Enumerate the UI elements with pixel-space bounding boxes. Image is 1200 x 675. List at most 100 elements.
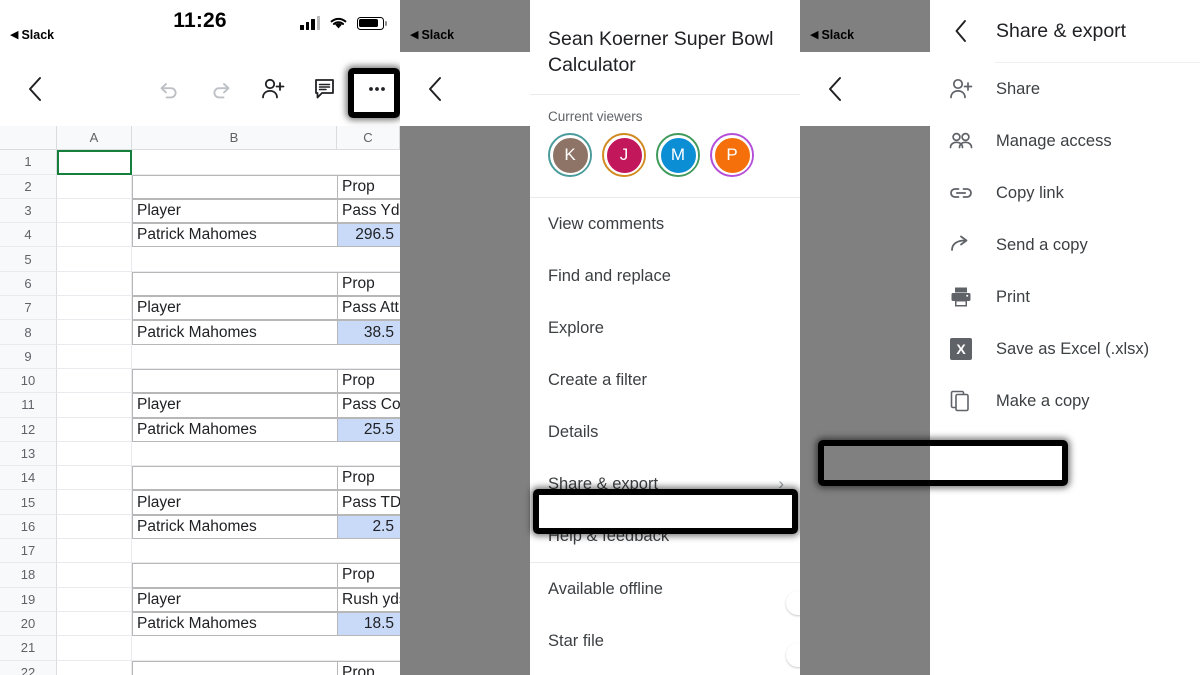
row-header[interactable]: 15	[0, 490, 57, 515]
row-header[interactable]: 8	[0, 320, 57, 345]
cell-b[interactable]: Patrick Mahomes	[132, 611, 337, 637]
share-export-item-print[interactable]: Print	[930, 271, 1200, 323]
cell-c[interactable]: Prop	[337, 368, 400, 394]
back-to-slack-1[interactable]: ◀ Slack	[10, 28, 54, 42]
row-header[interactable]: 14	[0, 466, 57, 491]
grid-row[interactable]: 9	[0, 344, 400, 369]
avatar[interactable]: J	[602, 133, 646, 177]
share-export-item-make-a-copy[interactable]: Make a copy	[930, 375, 1200, 427]
menu-item-available-offline[interactable]: Available offline	[530, 563, 800, 615]
back-to-slack-2[interactable]: ◀ Slack	[410, 28, 454, 42]
back-chevron-icon[interactable]	[820, 74, 850, 104]
cell-c[interactable]: Rush yds	[337, 587, 400, 612]
row-header[interactable]: 13	[0, 441, 57, 467]
cell-a[interactable]	[57, 174, 132, 199]
row-header[interactable]: 17	[0, 539, 57, 564]
grid-row[interactable]: 14 Prop	[0, 466, 400, 491]
back-chevron-icon[interactable]	[420, 74, 450, 104]
menu-item-explore[interactable]: Explore	[530, 302, 800, 354]
overflow-menu-icon[interactable]	[362, 74, 392, 104]
grid-row[interactable]: 22 Prop	[0, 660, 400, 675]
row-header[interactable]: 20	[0, 611, 57, 637]
cell-c[interactable]	[337, 539, 400, 564]
grid-row[interactable]: 15 Player Pass TD	[0, 490, 400, 515]
grid-row[interactable]: 18 Prop	[0, 563, 400, 588]
menu-item-star-file[interactable]: Star file	[530, 615, 800, 667]
row-header[interactable]: 2	[0, 174, 57, 199]
cell-a[interactable]	[57, 611, 132, 637]
cell-c[interactable]	[337, 344, 400, 369]
avatar[interactable]: K	[548, 133, 592, 177]
menu-item-share-export[interactable]: Share & export ›	[530, 458, 800, 510]
cell-b[interactable]: Patrick Mahomes	[132, 223, 337, 248]
row-header[interactable]: 16	[0, 514, 57, 540]
row-header[interactable]: 7	[0, 296, 57, 321]
cell-c[interactable]: Pass Yds	[337, 198, 400, 224]
cell-a[interactable]	[57, 660, 132, 675]
share-export-item-manage-access[interactable]: Manage access	[930, 115, 1200, 167]
grid-row[interactable]: 11 PlayerPass Comp	[0, 393, 400, 418]
cell-b[interactable]	[132, 660, 337, 675]
grid-row[interactable]: 20 Patrick Mahomes 18.5	[0, 611, 400, 637]
cell-c[interactable]: Pass Att	[337, 296, 400, 321]
cell-b[interactable]	[132, 539, 337, 564]
cell-c[interactable]: 25.5	[337, 417, 400, 442]
cell-c[interactable]: Prop	[337, 660, 400, 675]
cell-c[interactable]	[337, 441, 400, 467]
back-to-slack-3[interactable]: ◀ Slack	[810, 28, 854, 42]
cell-c[interactable]: Prop	[337, 174, 400, 199]
grid-row[interactable]: 21	[0, 636, 400, 661]
grid-row[interactable]: 3 PlayerPass Yds	[0, 198, 400, 224]
cell-a[interactable]	[57, 198, 132, 224]
cell-c[interactable]: Prop	[337, 563, 400, 588]
share-export-item-share[interactable]: Share	[930, 63, 1200, 115]
cell-b[interactable]	[132, 174, 337, 199]
row-header[interactable]: 22	[0, 660, 57, 675]
cell-a[interactable]	[57, 466, 132, 491]
cell-b[interactable]	[132, 466, 337, 491]
row-header[interactable]: 21	[0, 636, 57, 661]
row-header[interactable]: 11	[0, 393, 57, 418]
cell-b[interactable]: Player	[132, 490, 337, 515]
grid-row[interactable]: 1	[0, 150, 400, 175]
cell-a[interactable]	[57, 223, 132, 248]
row-header[interactable]: 5	[0, 247, 57, 272]
menu-item-details[interactable]: Details	[530, 406, 800, 458]
row-header[interactable]: 10	[0, 368, 57, 394]
cell-a[interactable]	[57, 563, 132, 588]
back-chevron-icon[interactable]	[20, 74, 50, 104]
cell-b[interactable]	[132, 441, 337, 467]
grid-row[interactable]: 8 Patrick Mahomes 38.5	[0, 320, 400, 345]
grid-row[interactable]: 12 Patrick Mahomes 25.5	[0, 417, 400, 442]
grid-row[interactable]: 4 Patrick Mahomes 296.5	[0, 223, 400, 248]
cell-a[interactable]	[57, 320, 132, 345]
grid-row[interactable]: 5	[0, 247, 400, 272]
cell-a[interactable]	[57, 539, 132, 564]
row-header[interactable]: 9	[0, 344, 57, 369]
cell-b[interactable]: Player	[132, 296, 337, 321]
row-header[interactable]: 6	[0, 271, 57, 297]
row-header[interactable]: 19	[0, 587, 57, 612]
cell-b[interactable]: Patrick Mahomes	[132, 320, 337, 345]
spreadsheet-grid[interactable]: A B C 12Prop3PlayerPass Yds4Patrick Maho…	[0, 126, 400, 675]
grid-row[interactable]: 7 Player Pass Att	[0, 296, 400, 321]
column-header-b[interactable]: B	[132, 126, 337, 151]
column-header-a[interactable]: A	[57, 126, 132, 151]
cell-a[interactable]	[57, 636, 132, 661]
cell-b[interactable]: Patrick Mahomes	[132, 514, 337, 540]
cell-a[interactable]	[57, 393, 132, 418]
cell-a[interactable]	[57, 247, 132, 272]
grid-row[interactable]: 13	[0, 441, 400, 467]
grid-row[interactable]: 17	[0, 539, 400, 564]
menu-item-find-and-replace[interactable]: Find and replace	[530, 250, 800, 302]
back-chevron-icon[interactable]	[948, 18, 974, 44]
avatar[interactable]: M	[656, 133, 700, 177]
cell-a[interactable]	[57, 417, 132, 442]
cell-c[interactable]: 296.5	[337, 223, 400, 248]
row-header[interactable]: 3	[0, 198, 57, 224]
redo-icon[interactable]	[206, 74, 236, 104]
cell-c[interactable]: Pass TD	[337, 490, 400, 515]
grid-row[interactable]: 2 Prop	[0, 174, 400, 199]
cell-c[interactable]: Prop	[337, 466, 400, 491]
menu-item-create-a-filter[interactable]: Create a filter	[530, 354, 800, 406]
